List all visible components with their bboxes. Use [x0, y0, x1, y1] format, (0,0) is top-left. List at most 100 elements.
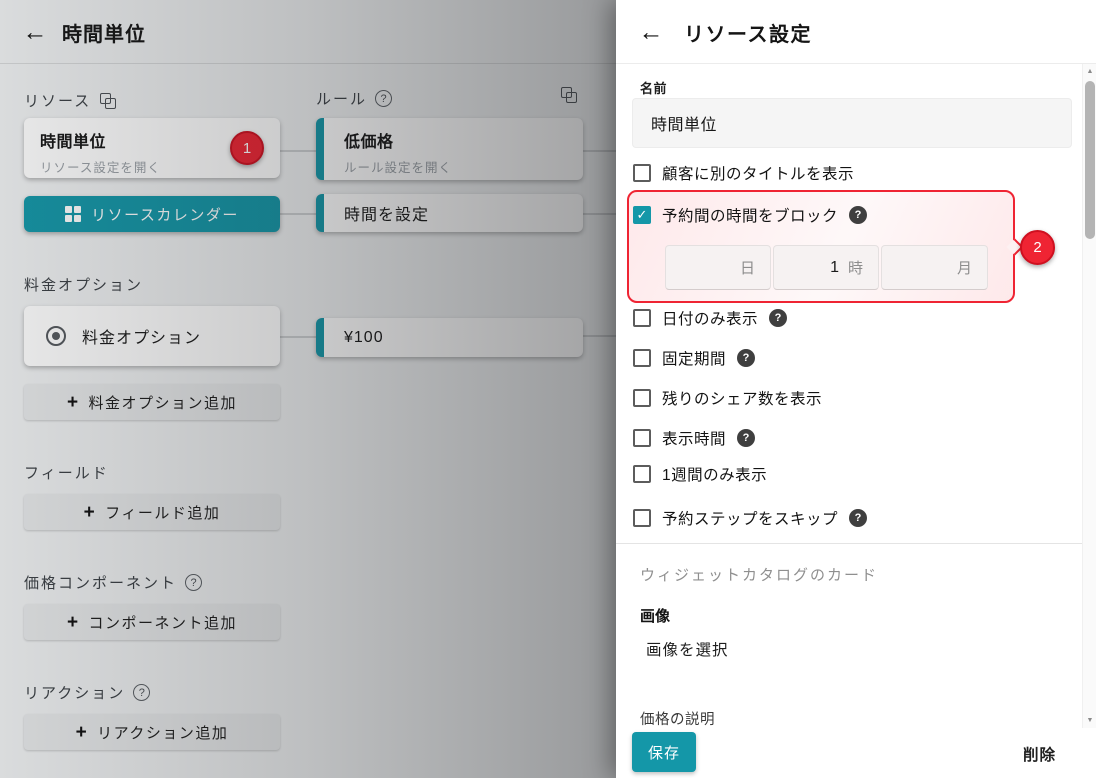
checkbox-label: 顧客に別のタイトルを表示: [662, 165, 855, 183]
checkbox-unchecked[interactable]: [633, 428, 651, 447]
calendar-grid-icon: [65, 206, 82, 222]
checkbox-label: 固定期間: [662, 350, 727, 368]
check-icon: ✓: [636, 206, 648, 222]
radio-selected-icon: [46, 326, 66, 346]
add-component-label: コンポーネント追加: [88, 614, 238, 632]
plus-icon: +: [66, 391, 80, 413]
add-field-label: フィールド追加: [105, 504, 221, 522]
checkbox-unchecked[interactable]: [633, 464, 651, 483]
panel-title: リソース設定: [684, 23, 812, 46]
checkbox-unchecked[interactable]: [633, 388, 651, 407]
panel-footer: 保存 削除: [616, 727, 1082, 778]
checkbox-row-customer-title[interactable]: 顧客に別のタイトルを表示: [633, 163, 855, 183]
select-image-button[interactable]: 画像を選択: [646, 638, 729, 660]
checkbox-label: 表示時間: [662, 430, 727, 448]
rule-card-set-time[interactable]: 時間を設定: [316, 194, 583, 232]
fields-label-text: フィールド: [24, 465, 109, 482]
help-icon[interactable]: ?: [737, 348, 756, 367]
rule-card-title: 低価格: [344, 134, 394, 151]
rule-card-low-price[interactable]: 低価格 ルール設定を開く: [316, 118, 583, 180]
flow-editor-area: ← 時間単位 リソース 時間単位 リソース設定を開く 1 リソースカレンダー 料…: [0, 0, 616, 778]
help-icon[interactable]: ?: [849, 508, 868, 527]
resource-calendar-button[interactable]: リソースカレンダー: [24, 196, 280, 232]
rule-card-price[interactable]: ¥100: [316, 318, 583, 357]
connector-line: [583, 213, 616, 215]
rules-label-text: ルール: [316, 91, 368, 108]
checkbox-row-block-time[interactable]: ✓ 予約間の時間をブロック ?: [633, 205, 868, 225]
checkbox-label: 残りのシェア数を表示: [662, 390, 823, 408]
add-reaction-label: リアクション追加: [97, 724, 229, 742]
rules-copy-icon-wrap: [560, 86, 578, 109]
components-section-label: 価格コンポーネント ?: [24, 572, 203, 593]
image-field-label: 画像: [640, 608, 671, 625]
fields-section-label: フィールド: [24, 462, 109, 483]
delete-button[interactable]: 削除: [1023, 743, 1056, 765]
name-input[interactable]: [632, 98, 1072, 148]
save-button[interactable]: 保存: [632, 732, 696, 772]
help-icon[interactable]: ?: [849, 205, 868, 224]
checkbox-row-remaining-shares[interactable]: 残りのシェア数を表示: [633, 388, 823, 408]
block-months-input[interactable]: 月: [881, 245, 988, 290]
connector-line: [280, 150, 316, 152]
resource-section-label: リソース: [24, 90, 117, 111]
help-icon[interactable]: ?: [185, 574, 203, 591]
checkbox-row-one-week[interactable]: 1週間のみ表示: [633, 464, 768, 484]
checkbox-label: 予約ステップをスキップ: [662, 510, 839, 528]
add-price-option-button[interactable]: + 料金オプション追加: [24, 384, 280, 420]
checkbox-unchecked[interactable]: [633, 163, 651, 182]
price-options-label-text: 料金オプション: [24, 277, 144, 294]
checkbox-row-display-time[interactable]: 表示時間 ?: [633, 428, 756, 448]
checkbox-unchecked[interactable]: [633, 348, 651, 367]
scrollbar-thumb[interactable]: [1085, 81, 1095, 239]
checkbox-row-skip-booking-step[interactable]: 予約ステップをスキップ ?: [633, 508, 868, 528]
price-options-section-label: 料金オプション: [24, 274, 143, 295]
scrollbar-up-icon[interactable]: ▲: [1083, 65, 1096, 78]
block-hours-value: 1: [830, 258, 839, 276]
back-arrow-icon: ←: [22, 17, 48, 46]
reactions-label-text: リアクション: [24, 685, 126, 702]
resource-section-label-text: リソース: [24, 93, 92, 110]
back-button[interactable]: ←: [18, 15, 52, 49]
flow-header: ← 時間単位: [0, 0, 616, 64]
resource-card-subtitle: リソース設定を開く: [40, 161, 161, 175]
plus-icon: +: [66, 611, 80, 633]
resource-settings-panel: ← リソース設定 名前 顧客に別のタイトルを表示 2 ✓ 予約間の時間をブロック…: [616, 0, 1096, 778]
resource-card[interactable]: 時間単位 リソース設定を開く 1: [24, 118, 280, 178]
copy-icon[interactable]: [560, 86, 578, 104]
resource-calendar-button-label: リソースカレンダー: [91, 206, 239, 224]
add-price-option-label: 料金オプション追加: [88, 394, 238, 412]
checkbox-row-fixed-period[interactable]: 固定期間 ?: [633, 348, 756, 368]
checkbox-unchecked[interactable]: [633, 508, 651, 527]
add-component-button[interactable]: + コンポーネント追加: [24, 604, 280, 640]
help-icon[interactable]: ?: [769, 308, 788, 327]
plus-icon: +: [83, 501, 97, 523]
reactions-section-label: リアクション ?: [24, 682, 151, 703]
help-icon[interactable]: ?: [133, 684, 151, 701]
page-title: 時間単位: [62, 23, 146, 46]
add-field-button[interactable]: + フィールド追加: [24, 494, 280, 530]
help-icon[interactable]: ?: [375, 90, 393, 107]
checkbox-row-date-only[interactable]: 日付のみ表示 ?: [633, 308, 788, 328]
checkbox-checked[interactable]: ✓: [633, 205, 651, 224]
block-hours-input[interactable]: 1 時: [773, 245, 879, 290]
copy-icon[interactable]: [99, 92, 117, 110]
checkbox-label: 1週間のみ表示: [662, 466, 768, 484]
connector-line: [280, 213, 316, 215]
section-divider: [616, 543, 1082, 544]
help-icon[interactable]: ?: [737, 428, 756, 447]
rules-section-label: ルール ?: [316, 88, 393, 109]
rule-card-set-time-title: 時間を設定: [344, 207, 430, 224]
block-months-suffix: 月: [956, 260, 972, 277]
block-days-input[interactable]: 日: [665, 245, 771, 290]
panel-scrollbar[interactable]: ▲ ▼: [1082, 64, 1096, 728]
checkbox-label: 予約間の時間をブロック: [662, 207, 839, 225]
block-days-suffix: 日: [739, 260, 755, 277]
scrollbar-down-icon[interactable]: ▼: [1083, 714, 1096, 727]
price-option-card[interactable]: 料金オプション: [24, 306, 280, 366]
panel-back-button[interactable]: ←: [634, 15, 668, 49]
checkbox-unchecked[interactable]: [633, 308, 651, 327]
add-reaction-button[interactable]: + リアクション追加: [24, 714, 280, 750]
rule-card-price-title: ¥100: [344, 328, 384, 346]
block-hours-suffix: 時: [847, 260, 863, 277]
name-field-label: 名前: [640, 81, 668, 96]
